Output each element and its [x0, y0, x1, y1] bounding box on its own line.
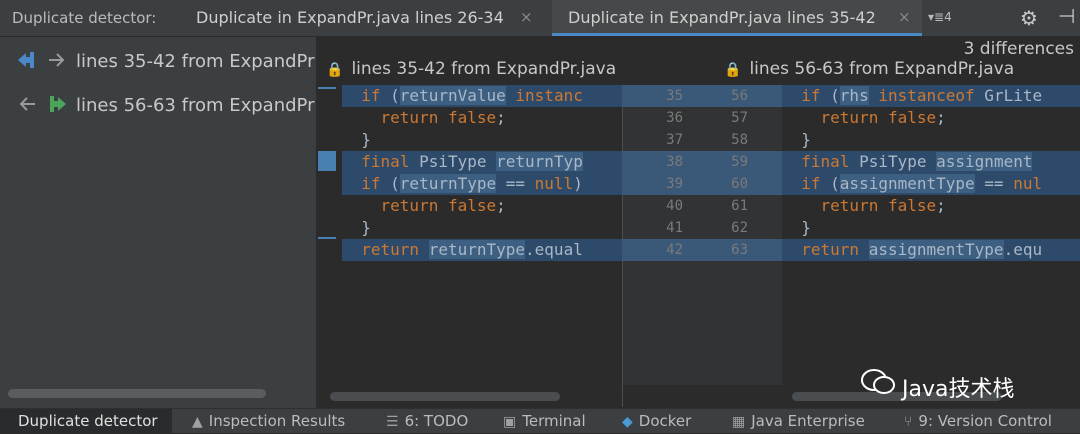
inspection-icon: ▲ [192, 414, 203, 430]
lock-icon: 🔒 [326, 62, 344, 78]
code-line: return false; [380, 108, 506, 127]
right-line-number: 59 [731, 154, 748, 170]
version-control-icon: ⑂ [904, 414, 913, 430]
tool-tab-docker[interactable]: ◆ Docker [622, 409, 691, 433]
right-line-number: 57 [731, 110, 748, 126]
left-line-number: 39 [666, 176, 683, 192]
code-line: return returnType.equal [361, 240, 583, 259]
tool-tab-inspection-results[interactable]: ▲ Inspection Results [192, 409, 345, 433]
right-line-number: 61 [731, 198, 748, 214]
code-line: if (returnValue instanc [361, 86, 583, 105]
horizontal-scrollbar[interactable] [8, 389, 266, 398]
right-file-header: 🔒 lines 56-63 from ExpandPr.java [724, 59, 1014, 79]
tool-tab-todo[interactable]: ☰ 6: TODO [386, 409, 468, 433]
right-line-number: 63 [731, 242, 748, 258]
tab-label: Duplicate in ExpandPr.java lines 35-42 [568, 8, 876, 27]
code-line: return assignmentType.equ [801, 240, 1043, 259]
nav-item-lines-56-63[interactable]: lines 56-63 from ExpandPr [0, 89, 316, 125]
lock-icon: 🔒 [724, 62, 742, 78]
code-line: if (returnType == null) [361, 174, 583, 193]
docker-icon: ◆ [622, 414, 633, 430]
tool-tab-version-control[interactable]: ⑂ 9: Version Control [904, 409, 1052, 433]
tool-tab-label: Terminal [522, 412, 586, 430]
line-number-gutter: 35 36 37 38 39 40 41 42 56 57 58 59 60 6… [622, 85, 782, 407]
close-icon[interactable]: × [898, 8, 911, 26]
code-line: } [782, 218, 811, 237]
code-line: } [782, 130, 811, 149]
left-code-editor[interactable]: if (returnValue instanc return false; } … [342, 85, 620, 385]
gear-icon[interactable]: ⚙ [1020, 6, 1038, 30]
right-line-number: 60 [731, 176, 748, 192]
left-file-header: 🔒 lines 35-42 from ExpandPr.java [326, 59, 616, 79]
tool-window-bar: Duplicate detector ▲ Inspection Results ☰… [0, 408, 1080, 433]
todo-icon: ☰ [386, 414, 399, 430]
close-icon[interactable]: × [520, 8, 533, 26]
wechat-icon [860, 368, 896, 401]
left-line-number: 35 [666, 88, 683, 104]
left-line-number: 38 [666, 154, 683, 170]
right-file-title: lines 56-63 from ExpandPr.java [749, 59, 1015, 79]
code-line: return false; [820, 196, 946, 215]
right-line-number: 62 [731, 220, 748, 236]
tab-label: Duplicate in ExpandPr.java lines 26-34 [196, 8, 504, 27]
watermark: Java技术栈 [860, 368, 1014, 403]
tool-tab-label: 9: Version Control [918, 412, 1052, 430]
nav-item-label: lines 56-63 from ExpandPr [76, 95, 315, 116]
diff-viewer: 3 differences 🔒 lines 35-42 from ExpandPr… [316, 37, 1080, 408]
code-line: return false; [820, 108, 946, 127]
nav-item-label: lines 35-42 from ExpandPr [76, 51, 315, 72]
left-line-number: 42 [666, 242, 683, 258]
tool-tab-label: 6: TODO [404, 412, 469, 430]
tool-tab-duplicate-detector[interactable]: Duplicate detector [0, 409, 172, 433]
change-marker[interactable] [318, 237, 336, 239]
tool-window-tab-bar: Duplicate detector: Duplicate in ExpandP… [0, 0, 1080, 37]
duplicate-navigator: lines 35-42 from ExpandPr lines 56-63 fr… [0, 37, 316, 408]
tool-tab-label: Inspection Results [208, 412, 346, 430]
tab-duplicate-lines-26-34[interactable]: Duplicate in ExpandPr.java lines 26-34 × [186, 0, 548, 36]
code-line: final PsiType returnTyp [361, 152, 583, 171]
jump-right-icon [46, 93, 68, 120]
code-line: if (assignmentType == nul [801, 174, 1043, 193]
code-line: } [342, 218, 371, 237]
tabs-overflow-button[interactable]: ▾≣4 [928, 10, 952, 24]
right-line-number: 56 [731, 88, 748, 104]
left-line-number: 40 [666, 198, 683, 214]
tool-tab-label: Duplicate detector [18, 412, 158, 430]
nav-item-lines-35-42[interactable]: lines 35-42 from ExpandPr [0, 45, 316, 81]
left-horizontal-scrollbar[interactable] [330, 392, 560, 401]
tool-tab-label: Docker [638, 412, 692, 430]
left-line-number: 41 [666, 220, 683, 236]
differences-count: 3 differences [963, 39, 1074, 59]
left-line-number: 36 [666, 110, 683, 126]
minimize-icon[interactable]: ⊣ [1058, 4, 1075, 28]
terminal-icon: ▣ [503, 414, 517, 430]
watermark-text: Java技术栈 [902, 377, 1015, 402]
right-code-editor[interactable]: if (rhs instanceof GrLite return false; … [782, 85, 1080, 385]
right-line-number: 58 [731, 132, 748, 148]
left-line-number: 37 [666, 132, 683, 148]
tool-tab-java-enterprise[interactable]: ▦ Java Enterprise [732, 409, 865, 433]
left-file-title: lines 35-42 from ExpandPr.java [351, 59, 617, 79]
arrow-right-icon [46, 49, 68, 76]
code-line: } [342, 130, 371, 149]
java-enterprise-icon: ▦ [732, 414, 746, 430]
jump-left-icon [16, 49, 38, 76]
arrow-left-icon [16, 93, 38, 120]
code-line: if (rhs instanceof GrLite [801, 86, 1043, 105]
change-marker[interactable] [318, 87, 336, 89]
tool-tab-terminal[interactable]: ▣ Terminal [503, 409, 586, 433]
tab-duplicate-lines-35-42[interactable]: Duplicate in ExpandPr.java lines 35-42 × [552, 0, 922, 36]
tool-window-title: Duplicate detector: [12, 9, 157, 27]
tool-tab-label: Java Enterprise [751, 412, 865, 430]
code-line: final PsiType assignment [801, 152, 1033, 171]
code-line: return false; [380, 196, 506, 215]
change-marker[interactable] [318, 151, 336, 171]
